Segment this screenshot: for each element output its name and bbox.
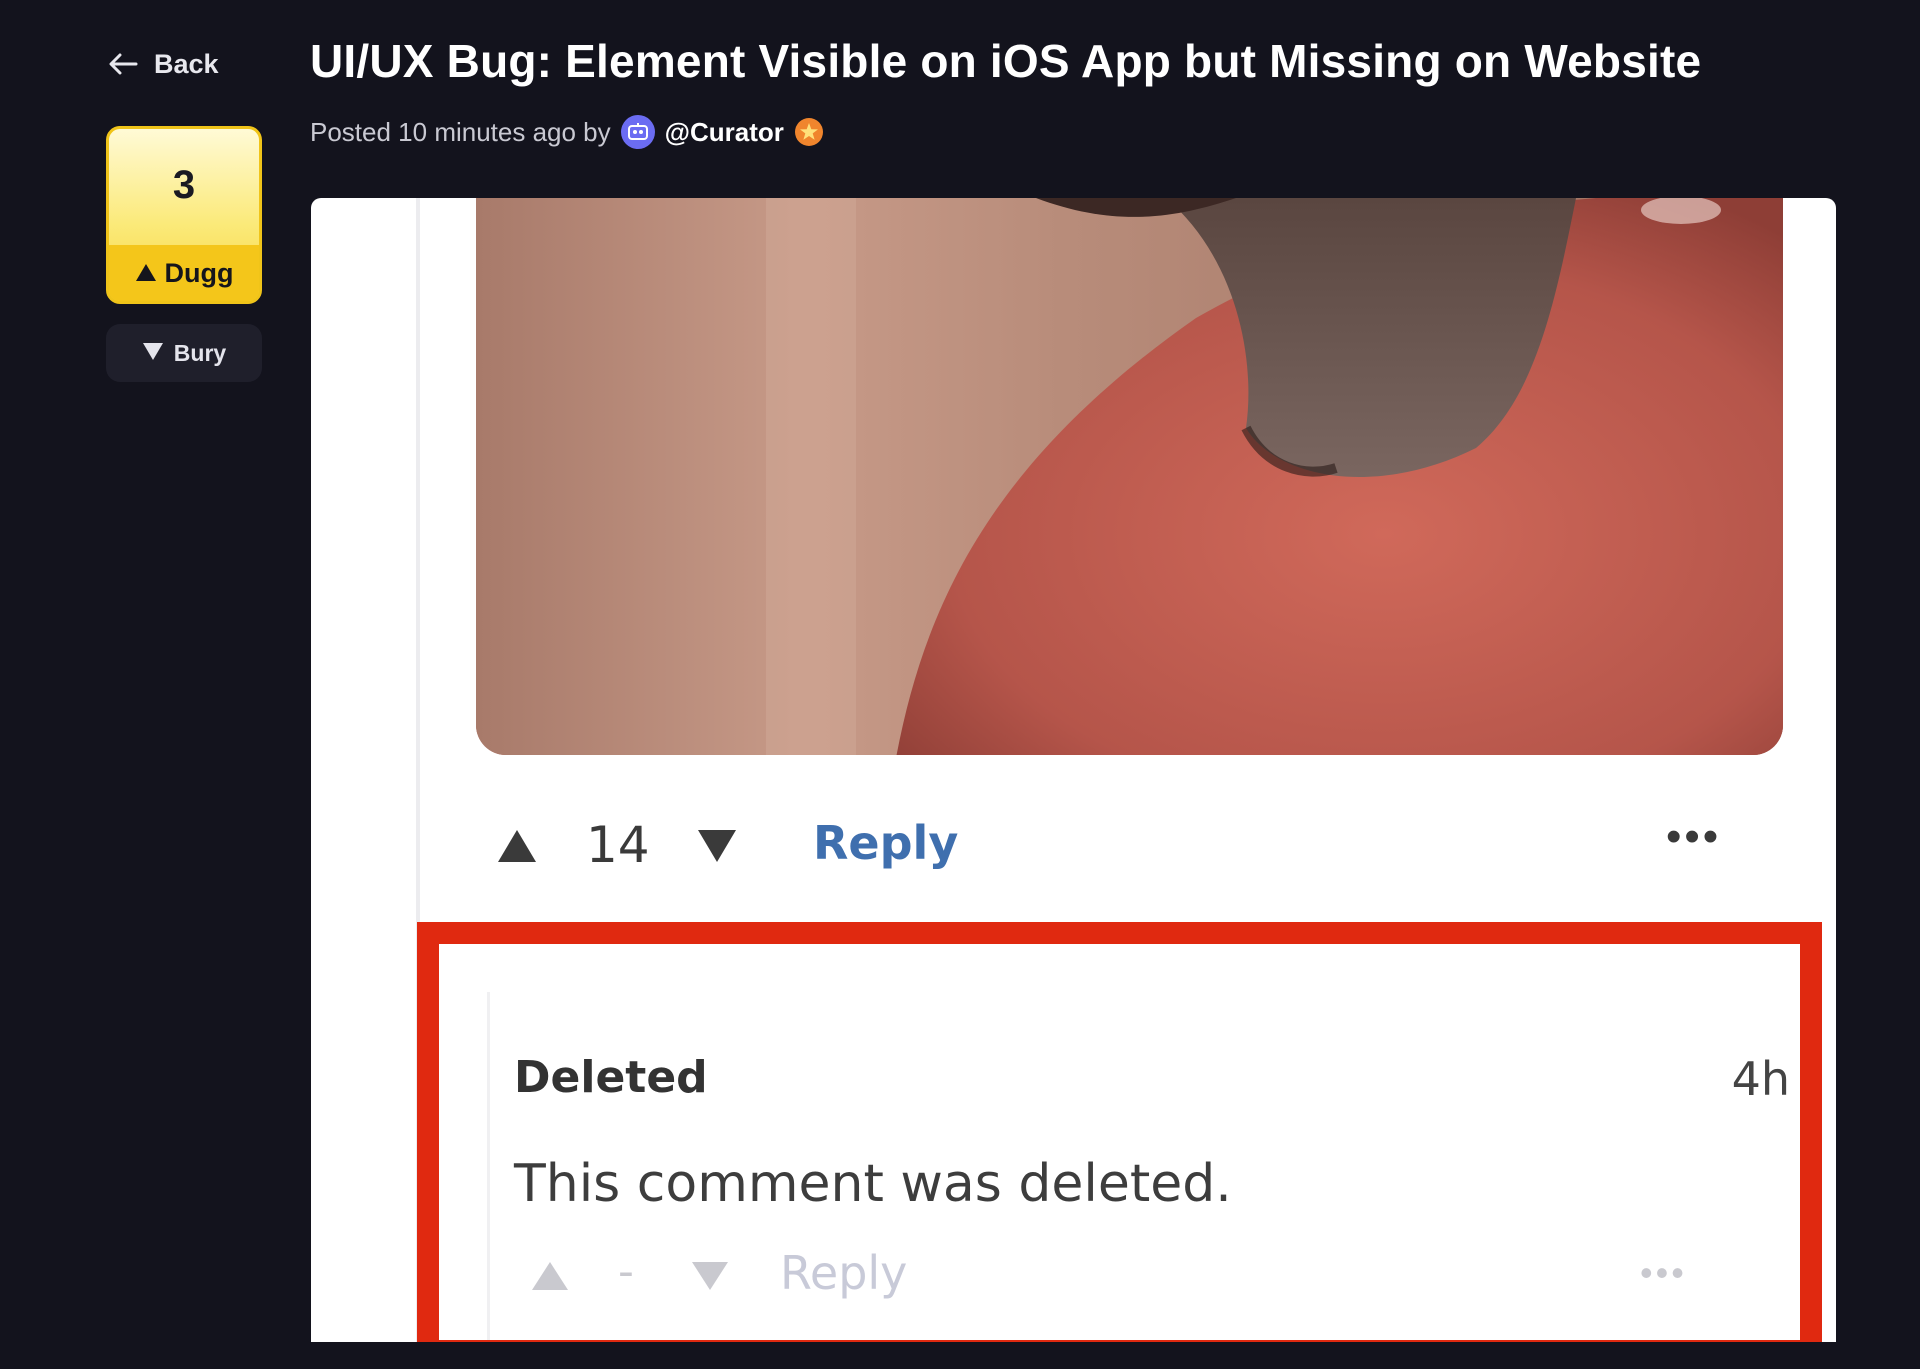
back-link[interactable]: Back (108, 44, 219, 84)
post-title: UI/UX Bug: Element Visible on iOS App bu… (310, 35, 1702, 87)
upvote-icon[interactable] (496, 828, 538, 864)
star-badge-icon (794, 117, 824, 147)
deleted-vote-count: - (618, 1246, 634, 1297)
deleted-comment-time: 4h (1731, 1052, 1790, 1106)
deleted-comment-body: This comment was deleted. (514, 1154, 1232, 1214)
video-thumbnail (476, 198, 1783, 755)
dugg-vote-card[interactable]: 3 Dugg (106, 126, 262, 304)
post-screenshot: 14 Reply ••• Deleted 4h This comment was… (311, 198, 1836, 1342)
bury-button[interactable]: Bury (106, 324, 262, 382)
robot-avatar-icon[interactable] (620, 115, 655, 149)
comment-vote-count: 14 (586, 816, 650, 874)
deleted-comment-actions: - Reply ••• (490, 1246, 1800, 1316)
deleted-comment: Deleted 4h This comment was deleted. - R… (487, 992, 1800, 1340)
triangle-down-icon (142, 340, 164, 367)
posted-text: Posted 10 minutes ago by (310, 116, 611, 147)
bury-label: Bury (173, 339, 227, 366)
highlight-annotation: Deleted 4h This comment was deleted. - R… (417, 922, 1822, 1342)
deleted-upvote-icon[interactable] (530, 1260, 570, 1292)
dugg-button[interactable]: Dugg (109, 245, 259, 301)
deleted-downvote-icon[interactable] (690, 1260, 730, 1292)
arrow-left-icon (108, 52, 138, 76)
downvote-icon[interactable] (696, 828, 738, 864)
deleted-more-options-icon[interactable]: ••• (1640, 1252, 1687, 1294)
author-link[interactable]: @Curator (665, 117, 784, 148)
reply-button[interactable]: Reply (813, 816, 958, 870)
comment-action-row: 14 Reply ••• (311, 798, 1836, 888)
triangle-up-icon (135, 258, 157, 289)
deleted-comment-author: Deleted (514, 1052, 708, 1103)
back-label: Back (154, 48, 219, 79)
vote-count: 3 (172, 163, 196, 207)
deleted-reply-button[interactable]: Reply (780, 1246, 907, 1300)
more-options-icon[interactable]: ••• (1666, 812, 1721, 862)
dugg-label: Dugg (164, 257, 234, 288)
post-meta: Posted 10 minutes ago by @Curator (310, 114, 824, 150)
